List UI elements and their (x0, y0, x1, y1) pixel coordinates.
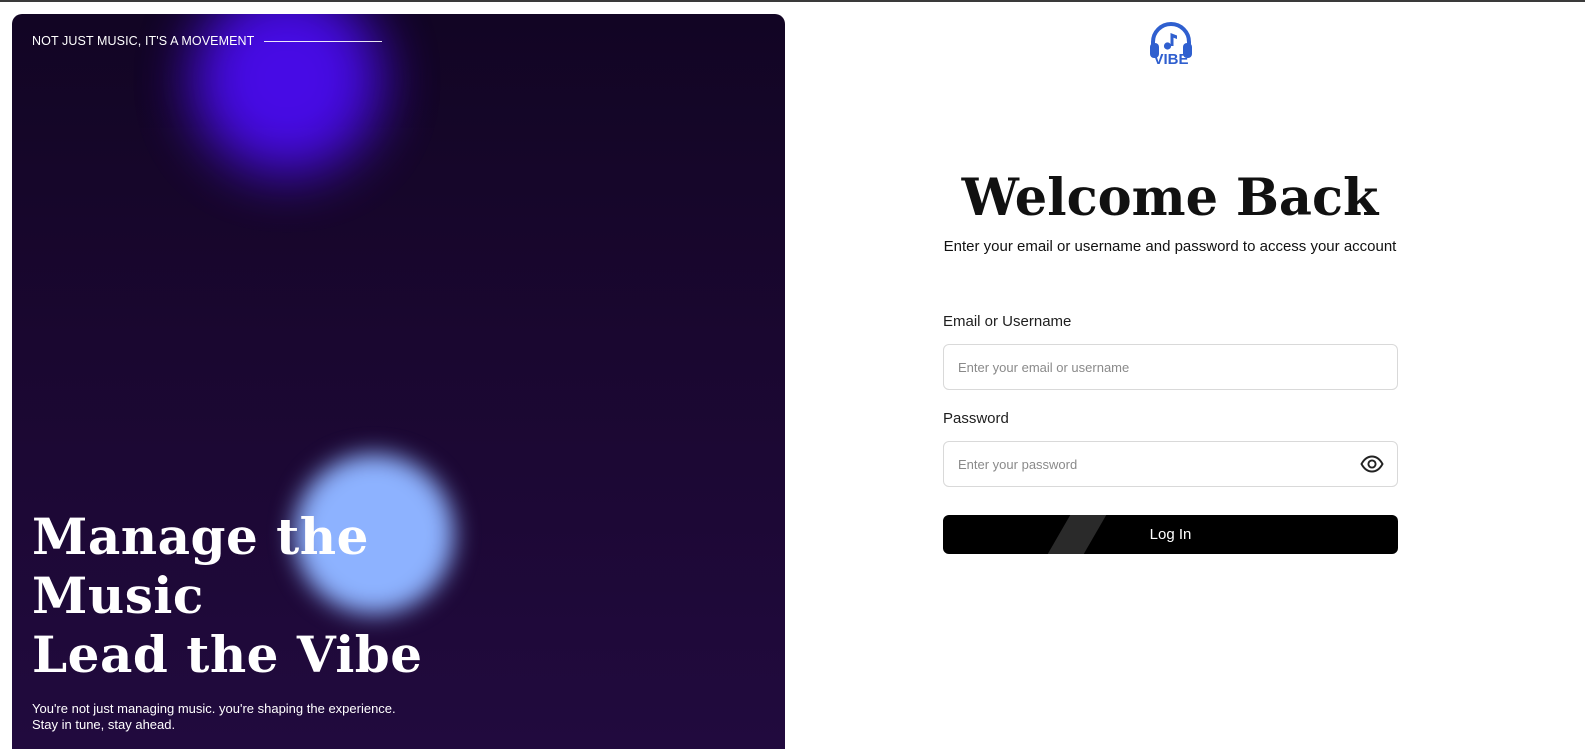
tagline-divider (264, 40, 383, 42)
button-shine-decoration (1047, 515, 1107, 554)
hero-tagline: NOT JUST MUSIC, IT'S A MOVEMENT (32, 34, 255, 48)
hero-headline: Manage the Music Lead the Vibe (32, 507, 423, 684)
hero-panel: NOT JUST MUSIC, IT'S A MOVEMENT Manage t… (12, 14, 785, 749)
password-input[interactable] (943, 441, 1398, 487)
subtext-line: Stay in tune, stay ahead. (32, 717, 176, 732)
email-label: Email or Username (943, 313, 1072, 330)
headline-line: Lead the Vibe (32, 625, 423, 684)
password-label: Password (943, 410, 1009, 427)
tagline-row: NOT JUST MUSIC, IT'S A MOVEMENT (32, 34, 383, 48)
login-subtitle: Enter your email or username and passwor… (943, 238, 1397, 255)
eye-icon[interactable] (1360, 453, 1384, 475)
login-button-label: Log In (1149, 526, 1192, 543)
subtext-line: You're not just managing music. you're s… (32, 701, 396, 716)
headline-line: Manage the (32, 507, 369, 566)
brand-logo-text: VIBE (1153, 51, 1189, 68)
login-button[interactable]: Log In (943, 515, 1398, 554)
hero-subtext: You're not just managing music. you're s… (32, 701, 396, 733)
headline-line: Music (32, 566, 204, 625)
top-border (0, 0, 1585, 2)
login-title: Welcome Back (961, 168, 1379, 228)
email-username-input[interactable] (943, 344, 1398, 390)
